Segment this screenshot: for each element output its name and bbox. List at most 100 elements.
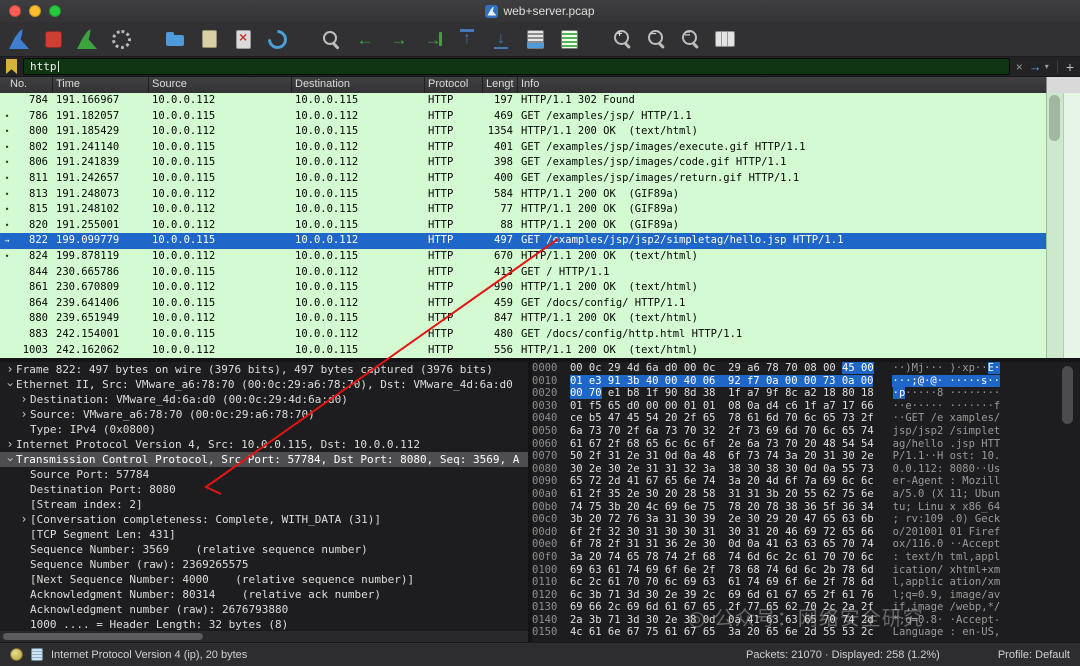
expander-icon[interactable]: › <box>4 362 16 377</box>
packet-list-scrollbar[interactable] <box>1046 93 1063 358</box>
detail-line[interactable]: › Frame 822: 497 bytes on wire (3976 bits… <box>0 362 528 377</box>
close-file-icon[interactable] <box>230 26 256 52</box>
first-packet-icon[interactable]: ↑ <box>454 26 480 52</box>
hex-line[interactable]: 0010 01 e3 91 3b 40 00 40 06 92 f7 0a 00… <box>532 374 1046 388</box>
previous-packet-icon[interactable]: ← <box>352 26 378 52</box>
column-header-length[interactable]: Lengt <box>486 78 514 90</box>
zoom-in-icon[interactable]: + <box>610 26 636 52</box>
expander-icon[interactable]: › <box>3 379 18 391</box>
detail-line[interactable]: [Next Sequence Number: 4000 (relative se… <box>0 572 528 587</box>
packet-row[interactable]: → 822 199.099779 10.0.0.115 10.0.0.112 HTTP 49… <box>0 233 1046 249</box>
packet-row[interactable]: 861 230.670809 10.0.0.112 10.0.0.115 HTTP 990… <box>0 280 1046 296</box>
expander-icon[interactable]: › <box>18 512 30 527</box>
detail-line[interactable]: Acknowledgment Number: 80314 (relative a… <box>0 587 528 602</box>
filter-bookmark-icon[interactable] <box>6 59 17 74</box>
detail-line[interactable]: › Transmission Control Protocol, Src Port… <box>0 452 528 467</box>
packet-row[interactable]: 844 230.665786 10.0.0.115 10.0.0.112 HTTP 413… <box>0 265 1046 281</box>
hex-line[interactable]: 00d0 6f 2f 32 30 31 30 30 31 30 31 20 46… <box>532 526 1046 539</box>
hex-line[interactable]: 0080 30 2e 30 2e 31 31 32 3a 38 30 38 30… <box>532 463 1046 476</box>
hex-line[interactable]: 0070 50 2f 31 2e 31 0d 0a 48 6f 73 74 3a… <box>532 450 1046 463</box>
scrollbar-thumb[interactable] <box>1062 366 1073 424</box>
filter-apply-icon[interactable]: → <box>1029 60 1042 73</box>
expander-icon[interactable]: › <box>3 454 18 466</box>
hex-scrollbar[interactable] <box>1046 362 1080 642</box>
hex-line[interactable]: 0040 ce b5 47 45 54 20 2f 65 78 61 6d 70… <box>532 412 1046 425</box>
find-packet-icon[interactable] <box>318 26 344 52</box>
hex-line[interactable]: 0060 61 67 2f 68 65 6c 6c 6f 2e 6a 73 70… <box>532 438 1046 451</box>
capture-start-icon[interactable] <box>6 26 32 52</box>
save-file-icon[interactable] <box>196 26 222 52</box>
hex-line[interactable]: 0140 2a 3b 71 3d 30 2e 38 0d 0a 41 63 63… <box>532 614 1046 627</box>
column-header-destination[interactable]: Destination <box>295 78 350 90</box>
hex-line[interactable]: 0150 4c 61 6e 67 75 61 67 65 3a 20 65 6e… <box>532 626 1046 639</box>
capture-options-icon[interactable] <box>108 26 134 52</box>
column-divider[interactable] <box>148 77 149 93</box>
filter-add-button[interactable]: + <box>1056 59 1074 74</box>
goto-packet-icon[interactable]: → <box>420 26 446 52</box>
hex-line[interactable]: 00f0 3a 20 74 65 78 74 2f 68 74 6d 6c 2c… <box>532 551 1046 564</box>
status-profile[interactable]: Profile: Default <box>998 649 1070 661</box>
packet-row[interactable]: • 824 199.878119 10.0.0.112 10.0.0.115 HTTP 67… <box>0 249 1046 265</box>
detail-line[interactable]: Sequence Number: 3569 (relative sequence… <box>0 542 528 557</box>
filter-clear-icon[interactable]: × <box>1016 61 1023 73</box>
reload-icon[interactable] <box>264 26 290 52</box>
column-divider[interactable] <box>291 77 292 93</box>
packet-row[interactable]: 784 191.166967 10.0.0.112 10.0.0.115 HTTP 197… <box>0 93 1046 109</box>
packet-row[interactable]: • 815 191.248102 10.0.0.112 10.0.0.115 HTTP 77… <box>0 202 1046 218</box>
zoom-out-icon[interactable]: − <box>644 26 670 52</box>
packet-row[interactable]: 883 242.154001 10.0.0.115 10.0.0.112 HTTP 480… <box>0 327 1046 343</box>
hex-line[interactable]: 0000 00 0c 29 4d 6a d0 00 0c 29 a6 78 70… <box>532 362 1046 375</box>
detail-line[interactable]: Acknowledgment number (raw): 2676793880 <box>0 602 528 617</box>
hex-line[interactable]: 00e0 6f 78 2f 31 31 36 2e 30 0d 0a 41 63… <box>532 538 1046 551</box>
expander-icon[interactable]: › <box>18 392 30 407</box>
column-divider[interactable] <box>482 77 483 93</box>
hex-line[interactable]: 0120 6c 3b 71 3d 30 2e 39 2c 69 6d 61 67… <box>532 589 1046 602</box>
hex-line[interactable]: 0090 65 72 2d 41 67 65 6e 74 3a 20 4d 6f… <box>532 475 1046 488</box>
packet-row[interactable]: • 802 191.241140 10.0.0.115 10.0.0.112 HTTP 40… <box>0 140 1046 156</box>
open-file-icon[interactable] <box>162 26 188 52</box>
detail-line[interactable]: › Destination: VMware_4d:6a:d0 (00:0c:29:… <box>0 392 528 407</box>
hex-line[interactable]: 0020 00 70 e1 b8 1f 90 8d 38 1f a7 9f 8c… <box>532 387 1046 400</box>
column-header-source[interactable]: Source <box>152 78 187 90</box>
column-divider[interactable] <box>52 77 53 93</box>
expander-icon[interactable]: › <box>18 407 30 422</box>
scrollbar-thumb[interactable] <box>3 633 203 640</box>
packet-row[interactable]: • 811 191.242657 10.0.0.115 10.0.0.112 HTTP 40… <box>0 171 1046 187</box>
detail-line[interactable]: Sequence Number (raw): 2369265575 <box>0 557 528 572</box>
hex-line[interactable]: 0030 01 f5 65 d0 00 00 01 01 08 0a d4 c6… <box>532 400 1046 413</box>
packet-row[interactable]: • 820 191.255001 10.0.0.112 10.0.0.115 HTTP 88… <box>0 218 1046 234</box>
filter-dropdown-icon[interactable]: ▾ <box>1045 62 1049 71</box>
packet-row[interactable]: 1003 242.162062 10.0.0.112 10.0.0.115 HTTP 55… <box>0 343 1046 359</box>
expander-icon[interactable]: › <box>4 437 16 452</box>
detail-line[interactable]: 1000 .... = Header Length: 32 bytes (8) <box>0 617 528 630</box>
column-header-info[interactable]: Info <box>521 78 539 90</box>
packet-row[interactable]: 864 239.641406 10.0.0.115 10.0.0.112 HTTP 459… <box>0 296 1046 312</box>
column-divider[interactable] <box>517 77 518 93</box>
column-header-protocol[interactable]: Protocol <box>428 78 468 90</box>
capture-restart-icon[interactable] <box>74 26 100 52</box>
hex-line[interactable]: 00b0 74 75 3b 20 4c 69 6e 75 78 20 78 38… <box>532 501 1046 514</box>
column-header-no[interactable]: No. <box>10 78 27 90</box>
details-hscrollbar[interactable] <box>0 630 528 642</box>
detail-line[interactable]: › [Conversation completeness: Complete, W… <box>0 512 528 527</box>
detail-line[interactable]: [TCP Segment Len: 431] <box>0 527 528 542</box>
detail-line[interactable]: › Source: VMware_a6:78:70 (00:0c:29:a6:78… <box>0 407 528 422</box>
detail-line[interactable]: › Internet Protocol Version 4, Src: 10.0.… <box>0 437 528 452</box>
last-packet-icon[interactable]: ↓ <box>488 26 514 52</box>
column-header-time[interactable]: Time <box>56 78 80 90</box>
capture-stop-icon[interactable] <box>40 26 66 52</box>
capture-comment-icon[interactable] <box>31 648 43 661</box>
expert-info-icon[interactable] <box>10 648 23 661</box>
packet-row[interactable]: 880 239.651949 10.0.0.112 10.0.0.115 HTTP 847… <box>0 311 1046 327</box>
resize-columns-icon[interactable] <box>712 26 738 52</box>
hex-line[interactable]: 0050 6a 73 70 2f 6a 73 70 32 2f 73 69 6d… <box>532 425 1046 438</box>
scrollbar-thumb[interactable] <box>1049 95 1060 141</box>
detail-line[interactable]: [Stream index: 2] <box>0 497 528 512</box>
packet-row[interactable]: • 786 191.182057 10.0.0.115 10.0.0.112 HTTP 46… <box>0 109 1046 125</box>
detail-line[interactable]: Destination Port: 8080 <box>0 482 528 497</box>
hex-line[interactable]: 00a0 61 2f 35 2e 30 20 28 58 31 31 3b 20… <box>532 488 1046 501</box>
hex-line[interactable]: 0100 69 63 61 74 69 6f 6e 2f 78 68 74 6d… <box>532 564 1046 577</box>
next-packet-icon[interactable]: → <box>386 26 412 52</box>
packet-row[interactable]: • 800 191.185429 10.0.0.112 10.0.0.115 HTTP 13… <box>0 124 1046 140</box>
zoom-100-icon[interactable]: = <box>678 26 704 52</box>
